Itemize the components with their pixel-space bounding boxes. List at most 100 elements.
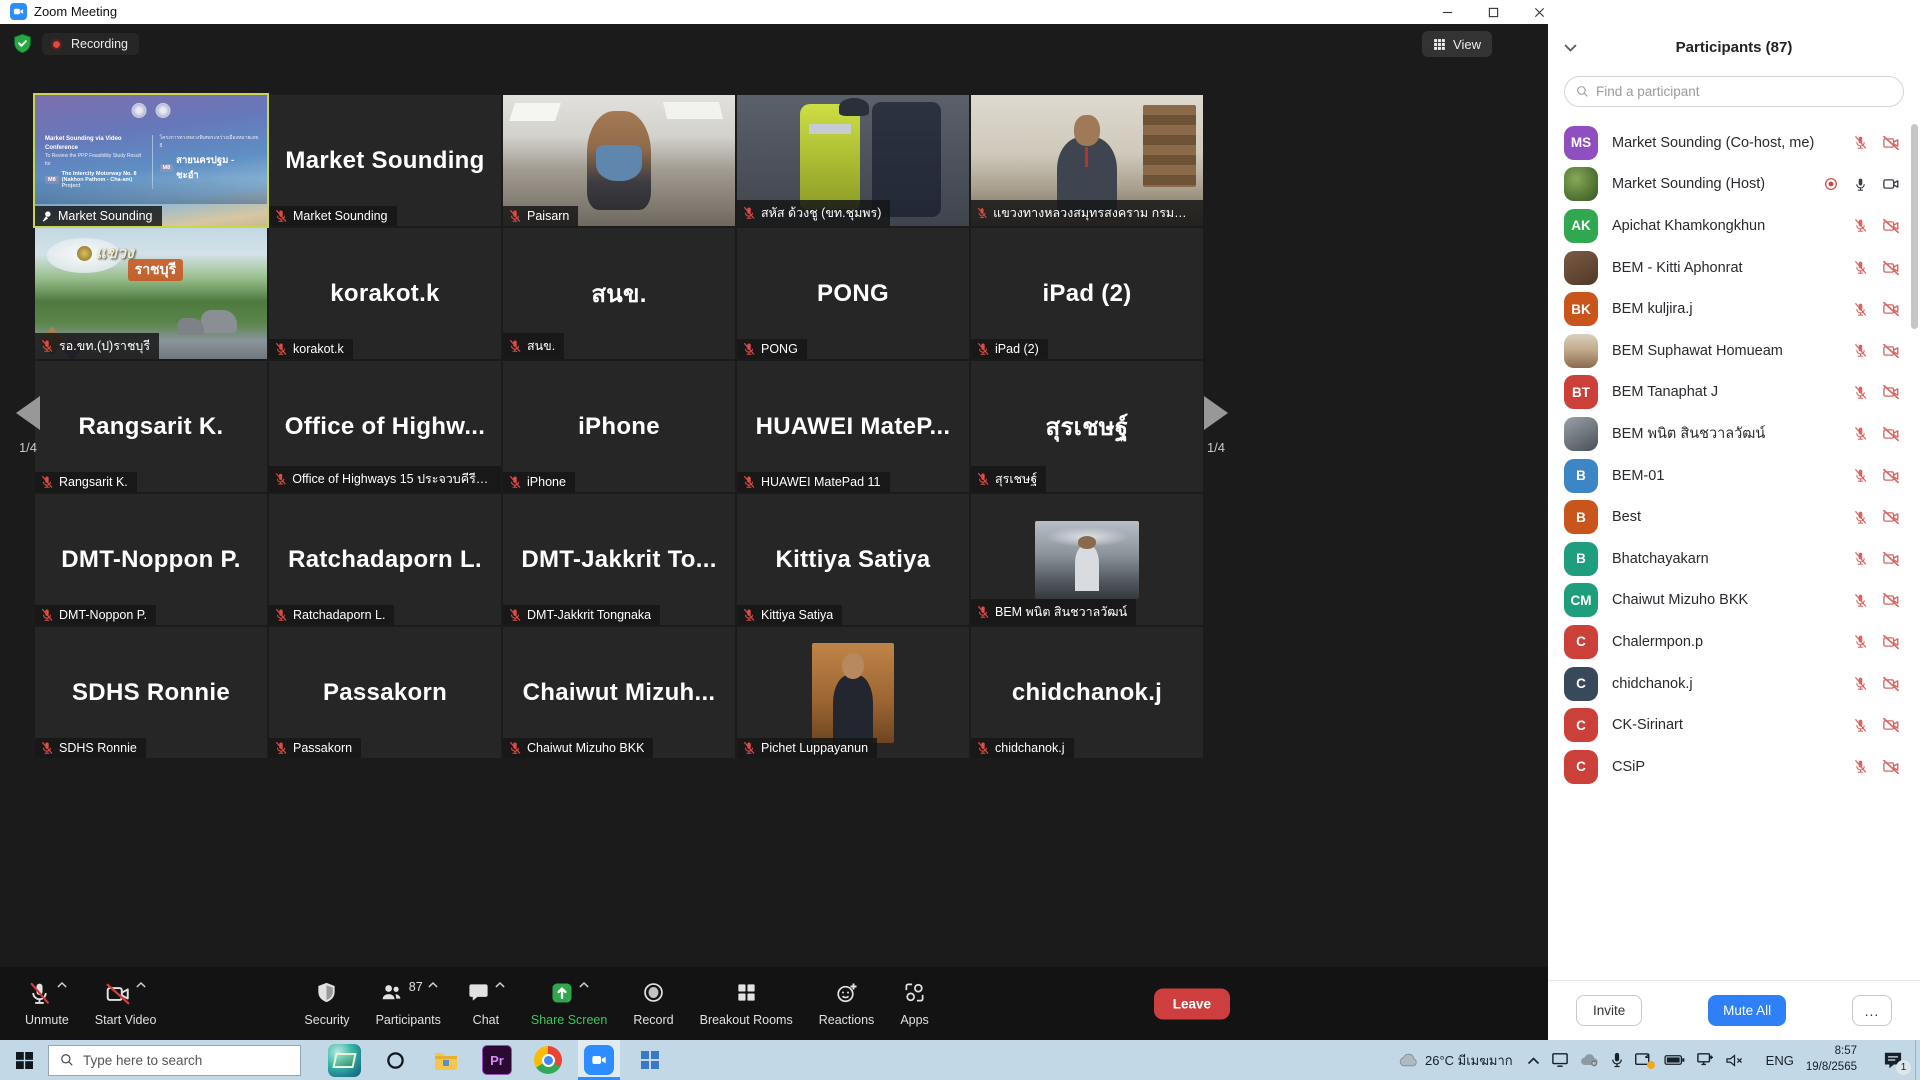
close-button[interactable]: [1516, 0, 1562, 24]
video-off-icon: [1882, 508, 1900, 526]
panel-collapse-button[interactable]: [1564, 40, 1577, 57]
mute-all-button[interactable]: Mute All: [1708, 995, 1786, 1026]
video-tile[interactable]: สุรเชษฐ์สุรเชษฐ์: [971, 361, 1203, 492]
participant-row[interactable]: CCK-Sirinart: [1548, 704, 1912, 746]
muted-mic-icon: [742, 206, 756, 220]
hidden-icons-chevron[interactable]: [1527, 1056, 1540, 1065]
toolbar-breakout-rooms-button[interactable]: Breakout Rooms: [687, 981, 806, 1027]
more-options-button[interactable]: ...: [1852, 995, 1892, 1026]
maximize-button[interactable]: [1470, 0, 1516, 24]
video-tile[interactable]: สหัส ด้วงชู (ขท.ชุมพร): [737, 95, 969, 226]
screen-share-tray-icon[interactable]: [1634, 1052, 1653, 1068]
muted-mic-icon: [274, 608, 288, 622]
muted-mic-icon: [1853, 343, 1868, 358]
colorful-app-icon[interactable]: [323, 1040, 365, 1080]
network-monitor-icon[interactable]: [1696, 1052, 1714, 1068]
video-tile[interactable]: iPhoneiPhone: [503, 361, 735, 492]
previous-page-arrow-icon[interactable]: [16, 396, 40, 430]
video-tile[interactable]: Pichet Luppayanun: [737, 627, 969, 758]
participants-scrollbar[interactable]: [1911, 124, 1918, 329]
participant-row[interactable]: BBEM-01: [1548, 455, 1912, 497]
video-tile[interactable]: PONGPONG: [737, 228, 969, 359]
video-tile[interactable]: korakot.kkorakot.k: [269, 228, 501, 359]
video-tile[interactable]: Office of Highw...Office of Highways 15 …: [269, 361, 501, 492]
view-button[interactable]: View: [1422, 31, 1492, 57]
toolbar-security-button[interactable]: Security: [291, 981, 362, 1027]
participant-row[interactable]: CChalermpon.p: [1548, 621, 1912, 663]
video-tile[interactable]: DMT-Jakkrit To...DMT-Jakkrit Tongnaka: [503, 494, 735, 625]
battery-icon[interactable]: [1664, 1054, 1685, 1066]
participant-row[interactable]: BBhatchayakarn: [1548, 538, 1912, 580]
video-tile[interactable]: Market Sounding via Video ConferenceTo R…: [35, 95, 267, 226]
tile-name-label: SDHS Ronnie: [35, 738, 146, 758]
taskbar-search-input[interactable]: [83, 1053, 289, 1068]
previous-page-nav[interactable]: 1/4: [6, 396, 50, 455]
premiere-pro-icon[interactable]: Pr: [476, 1040, 518, 1080]
participant-row[interactable]: BEM พนิต สินชวาลวัฒน์: [1548, 413, 1912, 455]
video-tile[interactable]: Paisarn: [503, 95, 735, 226]
participant-row[interactable]: MSMarket Sounding (Co-host, me): [1548, 122, 1912, 164]
task-view-icon[interactable]: [629, 1040, 671, 1080]
participants-panel-header: Participants (87): [1548, 24, 1920, 70]
participant-row[interactable]: CMChaiwut Mizuho BKK: [1548, 580, 1912, 622]
participant-name: Market Sounding (Host): [1612, 176, 1815, 192]
next-page-arrow-icon[interactable]: [1204, 396, 1228, 430]
language-indicator[interactable]: ENG: [1766, 1053, 1794, 1068]
video-tile[interactable]: Chaiwut Mizuh...Chaiwut Mizuho BKK: [503, 627, 735, 758]
taskbar-clock[interactable]: 8:57 19/8/2565: [1806, 1044, 1857, 1075]
participant-row[interactable]: CCSiP: [1548, 746, 1912, 788]
next-page-nav[interactable]: 1/4: [1194, 396, 1238, 455]
participant-row[interactable]: BTBEM Tanaphat J: [1548, 372, 1912, 414]
weather-widget[interactable]: 26°C มีเมฆมาก: [1399, 1050, 1513, 1071]
video-tile[interactable]: DMT-Noppon P.DMT-Noppon P.: [35, 494, 267, 625]
toolbar-apps-button[interactable]: Apps: [887, 981, 942, 1027]
leave-button[interactable]: Leave: [1154, 988, 1230, 1019]
video-tile[interactable]: แขวง ราชบุรี รอ.ขท.(ป)ราชบุรี: [35, 228, 267, 359]
participant-row[interactable]: Market Sounding (Host): [1548, 164, 1912, 206]
toolbar-unmute-button[interactable]: Unmute: [12, 981, 82, 1027]
participant-search-input[interactable]: [1596, 84, 1892, 99]
minimize-button[interactable]: [1424, 0, 1470, 24]
toolbar-reactions-button[interactable]: Reactions: [806, 981, 888, 1027]
toolbar-chat-button[interactable]: Chat: [454, 981, 518, 1027]
chrome-icon[interactable]: [527, 1040, 569, 1080]
video-tile[interactable]: BEM พนิต สินชวาลวัฒน์: [971, 494, 1203, 625]
onedrive-cloud-icon[interactable]: [1580, 1053, 1600, 1067]
participants-footer: Invite Mute All ...: [1548, 980, 1920, 1040]
invite-button[interactable]: Invite: [1576, 995, 1642, 1026]
speaker-muted-icon[interactable]: [1725, 1053, 1744, 1068]
file-explorer-icon[interactable]: [425, 1040, 467, 1080]
toolbar-share-screen-button[interactable]: Share Screen: [518, 981, 620, 1027]
video-tile[interactable]: Kittiya SatiyaKittiya Satiya: [737, 494, 969, 625]
video-tile[interactable]: chidchanok.jchidchanok.j: [971, 627, 1203, 758]
toolbar-record-button[interactable]: Record: [620, 981, 686, 1027]
display-icon[interactable]: [1551, 1052, 1569, 1068]
video-tile[interactable]: HUAWEI MateP...HUAWEI MatePad 11: [737, 361, 969, 492]
participant-row[interactable]: BKBEM kuljira.j: [1548, 288, 1912, 330]
video-tile[interactable]: Rangsarit K.Rangsarit K.: [35, 361, 267, 492]
start-button[interactable]: [0, 1040, 48, 1080]
video-tile[interactable]: PassakornPassakorn: [269, 627, 501, 758]
show-desktop-strip[interactable]: [1915, 1040, 1920, 1080]
action-center-button[interactable]: 1: [1871, 1040, 1915, 1080]
video-tile[interactable]: iPad (2)iPad (2): [971, 228, 1203, 359]
video-tile[interactable]: แขวงทางหลวงสมุทรสงคราม กรมทางหลวง: [971, 95, 1203, 226]
video-tile[interactable]: Market SoundingMarket Sounding: [269, 95, 501, 226]
zoom-taskbar-icon[interactable]: [578, 1040, 620, 1080]
video-tile[interactable]: Ratchadaporn L.Ratchadaporn L.: [269, 494, 501, 625]
toolbar-participants-button[interactable]: 87 Participants: [363, 981, 454, 1027]
participant-search[interactable]: [1564, 76, 1904, 107]
participant-row[interactable]: Cchidchanok.j: [1548, 663, 1912, 705]
participant-row[interactable]: BBest: [1548, 496, 1912, 538]
cortana-icon[interactable]: [374, 1040, 416, 1080]
participant-row[interactable]: AKApichat Khamkongkhun: [1548, 205, 1912, 247]
video-tile[interactable]: สนข.สนข.: [503, 228, 735, 359]
microphone-tray-icon[interactable]: [1611, 1052, 1623, 1069]
taskbar-search[interactable]: [48, 1045, 301, 1076]
participant-row[interactable]: BEM - Kitti Aphonrat: [1548, 247, 1912, 289]
video-tile[interactable]: SDHS RonnieSDHS Ronnie: [35, 627, 267, 758]
muted-mic-icon: [976, 741, 990, 755]
toolbar-start-video-button[interactable]: Start Video: [82, 981, 170, 1027]
participant-row[interactable]: BEM Suphawat Homueam: [1548, 330, 1912, 372]
mic-icon: [1853, 177, 1868, 192]
